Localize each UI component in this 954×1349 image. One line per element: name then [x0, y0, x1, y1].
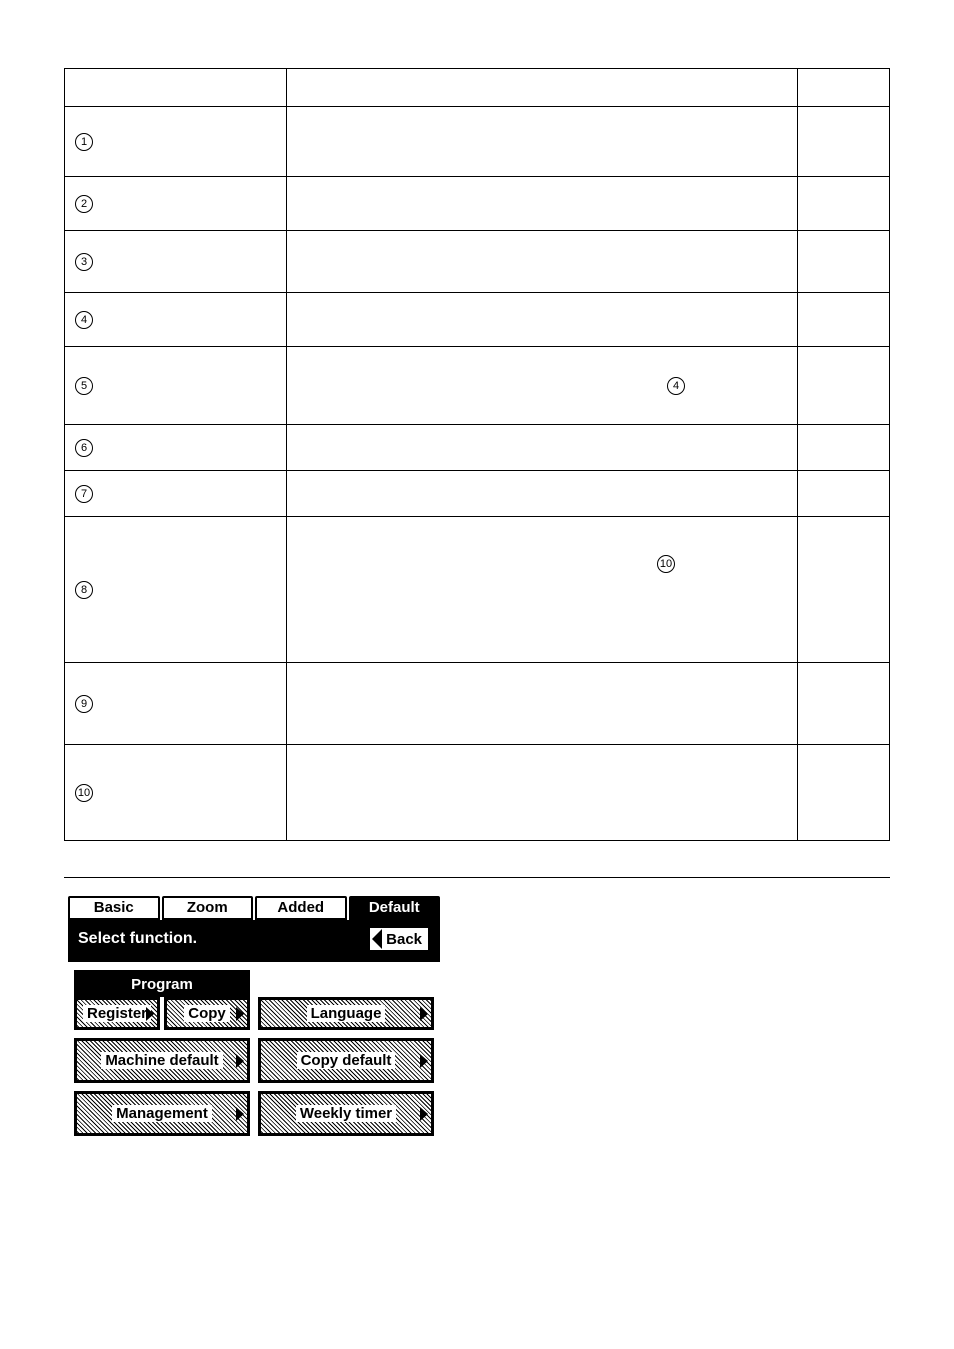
- table-row: 4: [65, 293, 890, 347]
- row-number-icon: 3: [75, 253, 93, 271]
- management-button[interactable]: Management: [74, 1091, 250, 1136]
- table-header-col3: [798, 69, 890, 107]
- table-row: 9: [65, 663, 890, 745]
- chevron-right-icon: [236, 1054, 244, 1068]
- lcd-panel: Basic Zoom Added Default Select function…: [68, 896, 440, 1142]
- register-button-label: Register: [83, 1005, 151, 1022]
- table-header-col1: [65, 69, 287, 107]
- copy-default-button-label: Copy default: [297, 1052, 396, 1069]
- management-button-label: Management: [112, 1105, 212, 1122]
- lcd-header: Select function. Back: [68, 920, 440, 962]
- lcd-title: Select function.: [78, 930, 197, 948]
- program-copy-button[interactable]: Copy: [164, 997, 250, 1030]
- table-header-col2: [287, 69, 798, 107]
- row-number-icon: 4: [75, 311, 93, 329]
- table-row: 10: [65, 745, 890, 841]
- table-row: 1: [65, 107, 890, 177]
- program-group-label: Program: [74, 970, 250, 997]
- weekly-timer-button[interactable]: Weekly timer: [258, 1091, 434, 1136]
- machine-default-button-label: Machine default: [101, 1052, 222, 1069]
- program-copy-button-label: Copy: [184, 1005, 230, 1022]
- table-row: 2: [65, 177, 890, 231]
- weekly-timer-button-label: Weekly timer: [296, 1105, 396, 1122]
- section-divider: [64, 877, 890, 878]
- language-button-label: Language: [307, 1005, 386, 1022]
- row-number-icon: 9: [75, 695, 93, 713]
- chevron-right-icon: [146, 1007, 154, 1021]
- copy-default-button[interactable]: Copy default: [258, 1038, 434, 1083]
- inline-ref-icon: 4: [667, 377, 685, 395]
- chevron-right-icon: [420, 1007, 428, 1021]
- back-button[interactable]: Back: [368, 926, 430, 952]
- table-row: 3: [65, 231, 890, 293]
- row-number-icon: 5: [75, 377, 93, 395]
- row-number-icon: 8: [75, 581, 93, 599]
- chevron-right-icon: [236, 1007, 244, 1021]
- inline-ref-icon: 10: [657, 555, 675, 573]
- chevron-left-icon: [372, 929, 382, 949]
- table-row: 8 10: [65, 517, 890, 663]
- row-number-icon: 7: [75, 485, 93, 503]
- tab-basic[interactable]: Basic: [68, 896, 160, 920]
- machine-default-button[interactable]: Machine default: [74, 1038, 250, 1083]
- table-row: 6: [65, 425, 890, 471]
- tab-zoom[interactable]: Zoom: [162, 896, 254, 920]
- row-number-icon: 1: [75, 133, 93, 151]
- chevron-right-icon: [236, 1107, 244, 1121]
- back-button-label: Back: [386, 931, 422, 948]
- table-row: 7: [65, 471, 890, 517]
- row-number-icon: 6: [75, 439, 93, 457]
- row-number-icon: 10: [75, 784, 93, 802]
- register-button[interactable]: Register: [74, 997, 160, 1030]
- tab-default[interactable]: Default: [349, 896, 441, 920]
- row-number-icon: 2: [75, 195, 93, 213]
- chevron-right-icon: [420, 1054, 428, 1068]
- language-button[interactable]: Language: [258, 997, 434, 1030]
- tab-added[interactable]: Added: [255, 896, 347, 920]
- settings-table: 1 2 3 4 5 4 6: [64, 68, 890, 841]
- table-row: 5 4: [65, 347, 890, 425]
- chevron-right-icon: [420, 1107, 428, 1121]
